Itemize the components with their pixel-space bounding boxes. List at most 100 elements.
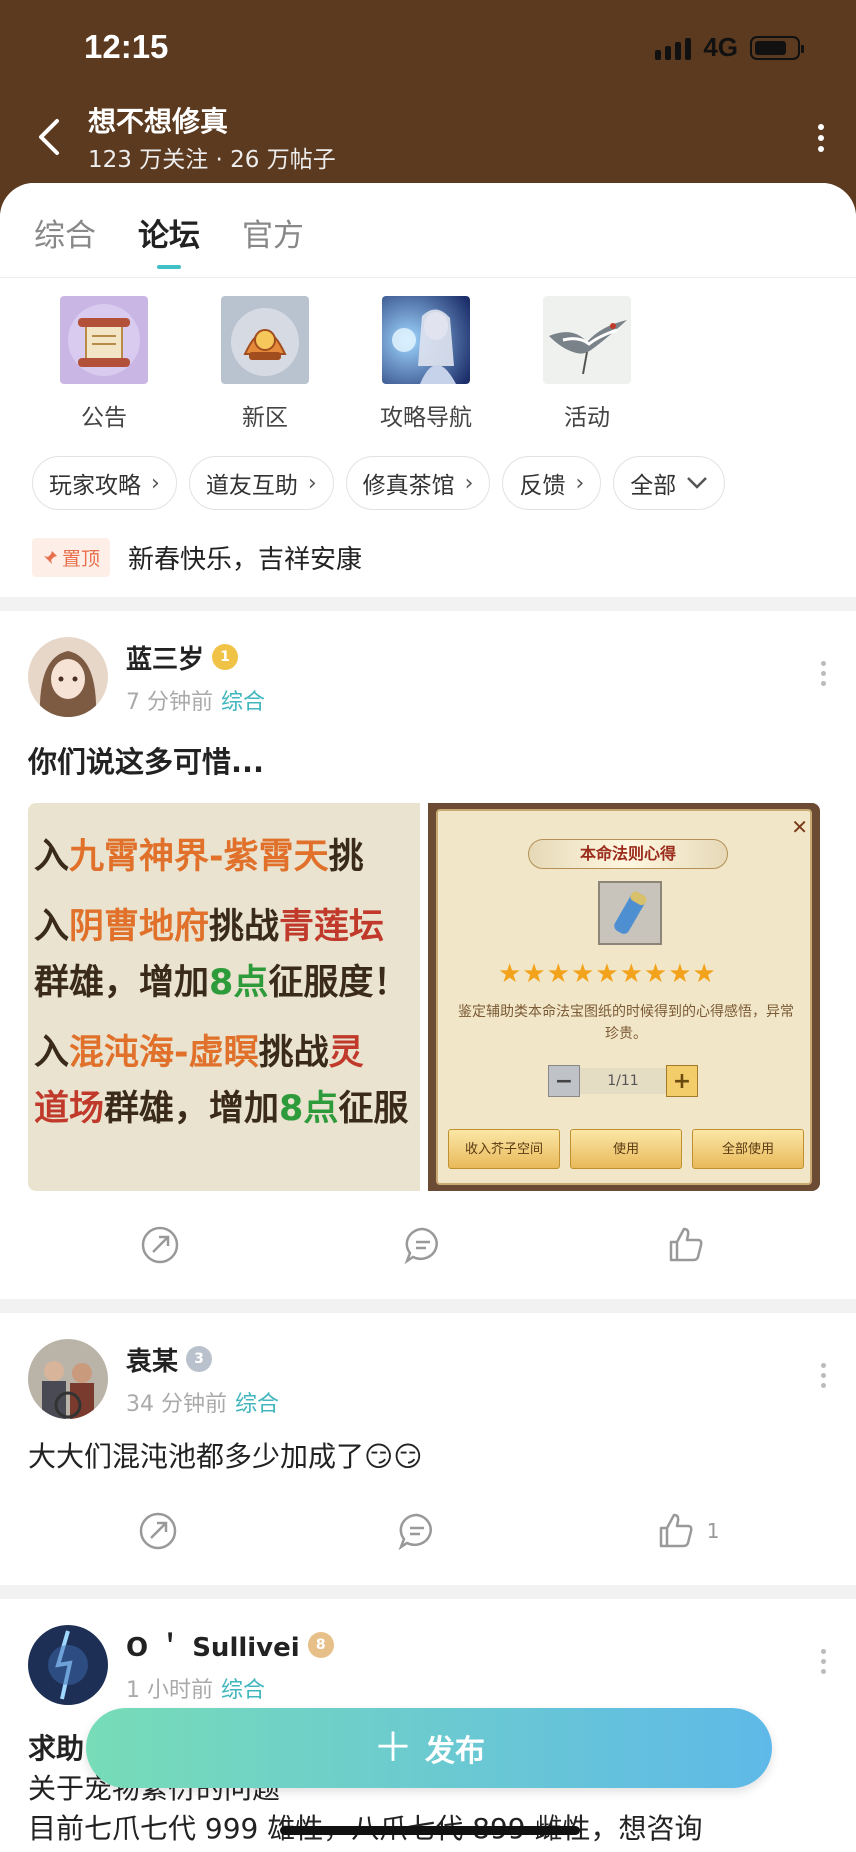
network-label: 4G bbox=[703, 32, 738, 62]
like-count: 1 bbox=[706, 1519, 720, 1543]
decrement-button[interactable]: − bbox=[548, 1065, 580, 1097]
image-text-segment: 九霄神界 bbox=[69, 837, 210, 877]
like-button[interactable] bbox=[665, 1224, 717, 1266]
level-badge: 1 bbox=[212, 644, 239, 670]
post-more-button[interactable] bbox=[821, 661, 826, 686]
level-number: 8 bbox=[315, 1637, 326, 1653]
chevron-left-icon bbox=[39, 119, 59, 155]
post-time: 1 小时前 bbox=[126, 1677, 213, 1703]
status-icons: 4G bbox=[655, 32, 804, 63]
use-all-button[interactable]: 全部使用 bbox=[692, 1129, 804, 1169]
chip-label: 道友互助 bbox=[205, 473, 298, 499]
star-icon: ★ bbox=[595, 959, 620, 989]
quick-link-new-server[interactable]: 新区 bbox=[221, 296, 382, 448]
chevron-down-icon bbox=[687, 477, 708, 489]
avatar[interactable] bbox=[28, 637, 108, 717]
image-text-segment: 道场 bbox=[34, 1089, 105, 1129]
post-category[interactable]: 综合 bbox=[221, 690, 265, 715]
post-more-button[interactable] bbox=[821, 1649, 826, 1674]
chevron-right-icon: › bbox=[464, 470, 474, 496]
image-text-line: 入阴曹地府挑战青莲坛 bbox=[34, 899, 408, 955]
post-image[interactable]: 入九霄神界-紫霄天挑 入阴曹地府挑战青莲坛 群雄，增加8点征服度！ 入混沌海-虚瞑挑战… bbox=[28, 803, 420, 1191]
level-badge: 8 bbox=[307, 1632, 334, 1658]
quick-link-announcement[interactable]: 公告 bbox=[60, 296, 221, 448]
level-number: 3 bbox=[194, 1351, 204, 1367]
quick-link-label: 新区 bbox=[242, 405, 288, 431]
tab-official[interactable]: 官方 bbox=[242, 183, 304, 277]
post-title: 你们说这多可惜... bbox=[28, 745, 265, 779]
level-number: 1 bbox=[220, 649, 230, 665]
avatar[interactable] bbox=[28, 1625, 108, 1705]
plus-icon: ＋ bbox=[373, 1725, 413, 1771]
use-button[interactable]: 使用 bbox=[570, 1129, 682, 1169]
store-button[interactable]: 收入芥子空间 bbox=[448, 1129, 560, 1169]
main-content: 综合 论坛 官方 公告 新区 攻略导航 活动 玩家攻略 › 道友互助 › 修真茶… bbox=[0, 183, 856, 1852]
post-header: O ＇ Sullivei 8 1 小时前 综合 bbox=[28, 1623, 828, 1707]
image-text-line: 入九霄神界-紫霄天挑 bbox=[34, 829, 408, 885]
signal-icon bbox=[655, 36, 692, 60]
thumbs-up-icon bbox=[659, 1513, 693, 1548]
chip-label: 玩家攻略 bbox=[49, 473, 141, 499]
back-button[interactable] bbox=[28, 112, 68, 162]
post-images: 入九霄神界-紫霄天挑 入阴曹地府挑战青莲坛 群雄，增加8点征服度！ 入混沌海-虚瞑挑战… bbox=[28, 803, 828, 1191]
image-text-segment: 征服度！ bbox=[268, 963, 409, 1003]
share-button[interactable] bbox=[139, 1224, 181, 1266]
avatar[interactable] bbox=[28, 1339, 108, 1419]
scroll-icon bbox=[60, 296, 148, 384]
chip-mutual-help[interactable]: 道友互助 › bbox=[188, 456, 334, 510]
author-name[interactable]: 蓝三岁 bbox=[126, 639, 204, 676]
share-button[interactable] bbox=[137, 1510, 179, 1552]
pinned-post[interactable]: 置顶 新春快乐，吉祥安康 bbox=[0, 510, 856, 577]
like-button[interactable]: 1 bbox=[655, 1510, 720, 1552]
image-text-segment: 紫霄天 bbox=[223, 837, 329, 877]
image-text-lines: 入九霄神界-紫霄天挑 入阴曹地府挑战青莲坛 群雄，增加8点征服度！ 入混沌海-虚瞑挑战… bbox=[34, 829, 408, 1137]
more-options-button[interactable] bbox=[806, 118, 836, 158]
tab-forum[interactable]: 论坛 bbox=[138, 183, 200, 277]
crane-icon bbox=[543, 296, 631, 384]
publish-button[interactable]: ＋ 发布 bbox=[86, 1708, 772, 1788]
post-category[interactable]: 综合 bbox=[235, 1392, 279, 1417]
post-actions: 1 bbox=[28, 1477, 828, 1585]
quick-link-label: 公告 bbox=[81, 405, 127, 431]
image-text-segment: 入 bbox=[34, 1033, 70, 1073]
image-text-line: 道场群雄，增加8点征服 bbox=[34, 1081, 408, 1137]
close-icon: ✕ bbox=[791, 815, 808, 839]
author-name[interactable]: 袁某 bbox=[126, 1341, 178, 1378]
image-text-segment: - bbox=[174, 1033, 189, 1073]
item-icon bbox=[598, 881, 662, 945]
chip-tea-house[interactable]: 修真茶馆 › bbox=[345, 456, 491, 510]
post-card[interactable]: 袁某 3 34 分钟前 综合 大大们混沌池都多少加成了😏😏 1 bbox=[0, 1313, 856, 1585]
post-category[interactable]: 综合 bbox=[221, 1678, 265, 1703]
chip-all[interactable]: 全部 bbox=[613, 456, 726, 510]
author-name[interactable]: O ＇ Sullivei bbox=[126, 1627, 300, 1664]
comment-button[interactable] bbox=[396, 1510, 438, 1552]
tab-overview[interactable]: 综合 bbox=[34, 183, 96, 277]
star-icon: ★ bbox=[619, 959, 644, 989]
quick-link-label: 攻略导航 bbox=[380, 405, 472, 431]
star-icon: ★ bbox=[692, 959, 717, 989]
increment-button[interactable]: + bbox=[666, 1065, 698, 1097]
level-badge: 3 bbox=[186, 1346, 213, 1372]
chevron-right-icon: › bbox=[151, 470, 160, 496]
post-header: 袁某 3 34 分钟前 综合 bbox=[28, 1337, 828, 1421]
image-text-segment: 征服 bbox=[338, 1089, 409, 1129]
battery-icon bbox=[750, 35, 804, 60]
quick-link-guide[interactable]: 攻略导航 bbox=[380, 296, 543, 448]
post-card[interactable]: 蓝三岁 1 7 分钟前 综合 你们说这多可惜... 入九霄神界-紫霄天挑 入阴曹地府… bbox=[0, 611, 856, 1299]
chip-label: 全部 bbox=[630, 473, 677, 499]
chip-player-guides[interactable]: 玩家攻略 › bbox=[32, 456, 177, 510]
share-icon bbox=[139, 1512, 176, 1550]
quick-links: 公告 新区 攻略导航 活动 bbox=[0, 278, 856, 448]
comment-button[interactable] bbox=[402, 1224, 444, 1266]
pin-icon bbox=[44, 550, 57, 564]
star-icon: ★ bbox=[546, 959, 571, 989]
post-more-button[interactable] bbox=[821, 1363, 826, 1388]
chip-feedback[interactable]: 反馈 › bbox=[502, 456, 602, 510]
home-indicator bbox=[280, 1826, 580, 1835]
quick-link-events[interactable]: 活动 bbox=[543, 296, 704, 448]
post-image[interactable]: ✕ 本命法则心得 ★★★★★★★★★ 鉴定辅助类本命法宝图纸的时候得到的心得感悟… bbox=[428, 803, 820, 1191]
image-text-line: 群雄，增加8点征服度！ bbox=[34, 955, 408, 1011]
item-description: 鉴定辅助类本命法宝图纸的时候得到的心得感悟，异常珍贵。 bbox=[458, 1004, 794, 1042]
image-text-segment: 阴曹地府 bbox=[69, 907, 210, 947]
star-icon: ★ bbox=[668, 959, 693, 989]
